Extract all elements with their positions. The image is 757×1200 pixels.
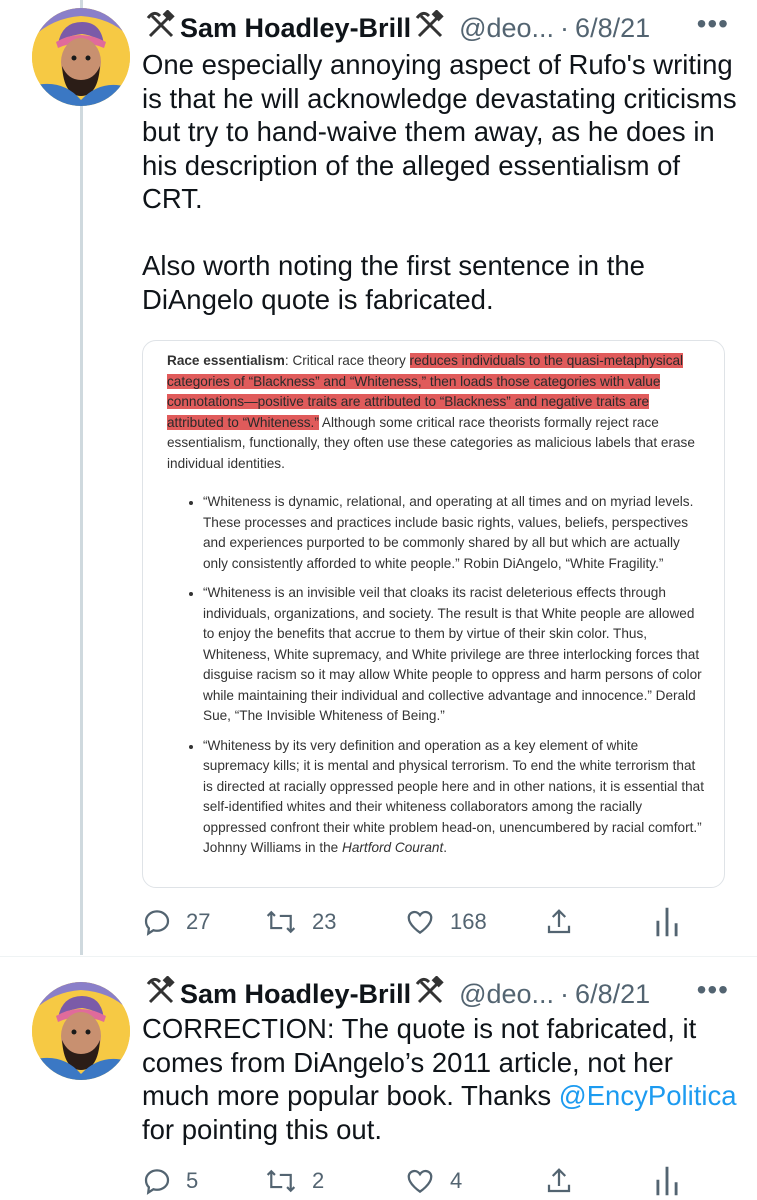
image-paragraph: Race essentialism: Critical race theory … [167,351,704,474]
reply-icon [144,910,170,936]
tweet-date[interactable]: 6/8/21 [575,979,650,1010]
hammer-and-pick-icon [415,8,445,47]
image-lead-bold: Race essentialism [167,353,285,368]
tweet-text: One especially annoying aspect of Rufo's… [142,49,737,315]
like-button[interactable]: 168 [404,907,544,937]
mention-link[interactable]: @EncyPolitica [559,1080,737,1111]
bullet-3-italic: Hartford Courant [342,840,444,855]
analytics-button[interactable] [654,1164,694,1198]
display-name[interactable]: Sam Hoadley-Brill [180,979,411,1010]
heart-icon [407,1169,433,1193]
share-icon [547,1168,571,1193]
tweet-header: Sam Hoadley-Brill @deo... · 6/8/21 ••• [142,974,737,1014]
user-handle[interactable]: @deo... [459,979,554,1010]
reply-count: 5 [186,1168,199,1193]
retweet-icon [266,1169,296,1193]
heart-icon [407,910,433,934]
hammer-and-pick-icon [415,974,445,1013]
avatar[interactable] [32,8,130,106]
attached-image[interactable]: Race essentialism: Critical race theory … [142,340,725,888]
tweet-text: CORRECTION: The quote is not fabricated,… [142,1012,737,1146]
tweet-actions: 5 2 4 [142,1164,737,1198]
display-name[interactable]: Sam Hoadley-Brill [180,13,411,44]
analytics-icon [656,1166,678,1196]
tweet-2[interactable]: Sam Hoadley-Brill @deo... · 6/8/21 ••• C… [0,972,757,1200]
reply-button[interactable]: 27 [142,907,264,937]
avatar[interactable] [32,982,130,1080]
share-button[interactable] [544,907,654,937]
retweet-count: 2 [312,1168,325,1193]
retweet-button[interactable]: 2 [264,1166,404,1196]
retweet-button[interactable]: 23 [264,907,404,937]
analytics-icon [656,907,678,937]
separator: · [560,978,570,1009]
retweet-count: 23 [312,909,337,934]
bullet-3-end: . [443,840,448,855]
more-options-icon[interactable]: ••• [697,974,729,1006]
share-button[interactable] [544,1166,654,1196]
tweet-date[interactable]: 6/8/21 [575,13,650,44]
reply-button[interactable]: 5 [142,1166,264,1196]
share-icon [547,909,571,934]
analytics-button[interactable] [654,905,694,939]
list-item: “Whiteness is an invisible veil that clo… [203,583,704,727]
tweet-header: Sam Hoadley-Brill @deo... · 6/8/21 ••• [142,8,737,48]
like-count: 4 [450,1168,463,1193]
reply-count: 27 [186,909,211,934]
list-item: “Whiteness by its very definition and op… [203,736,704,859]
user-handle[interactable]: @deo... [459,13,554,44]
separator: · [560,12,570,43]
like-button[interactable]: 4 [404,1166,544,1196]
tweet-1[interactable]: Sam Hoadley-Brill @deo... · 6/8/21 ••• O… [0,0,757,955]
list-item: “Whiteness is dynamic, relational, and o… [203,492,704,574]
hammer-and-pick-icon [146,974,176,1013]
hammer-and-pick-icon [146,8,176,47]
quote-list: “Whiteness is dynamic, relational, and o… [167,492,704,859]
reply-icon [144,1169,170,1195]
like-count: 168 [450,909,487,934]
tweet-actions: 27 23 168 [142,905,737,939]
tweet-divider [0,956,757,957]
more-options-icon[interactable]: ••• [697,8,729,40]
bullet-3-text: “Whiteness by its very definition and op… [203,737,704,856]
image-lead-text: : Critical race theory [284,353,410,368]
retweet-icon [266,910,296,934]
